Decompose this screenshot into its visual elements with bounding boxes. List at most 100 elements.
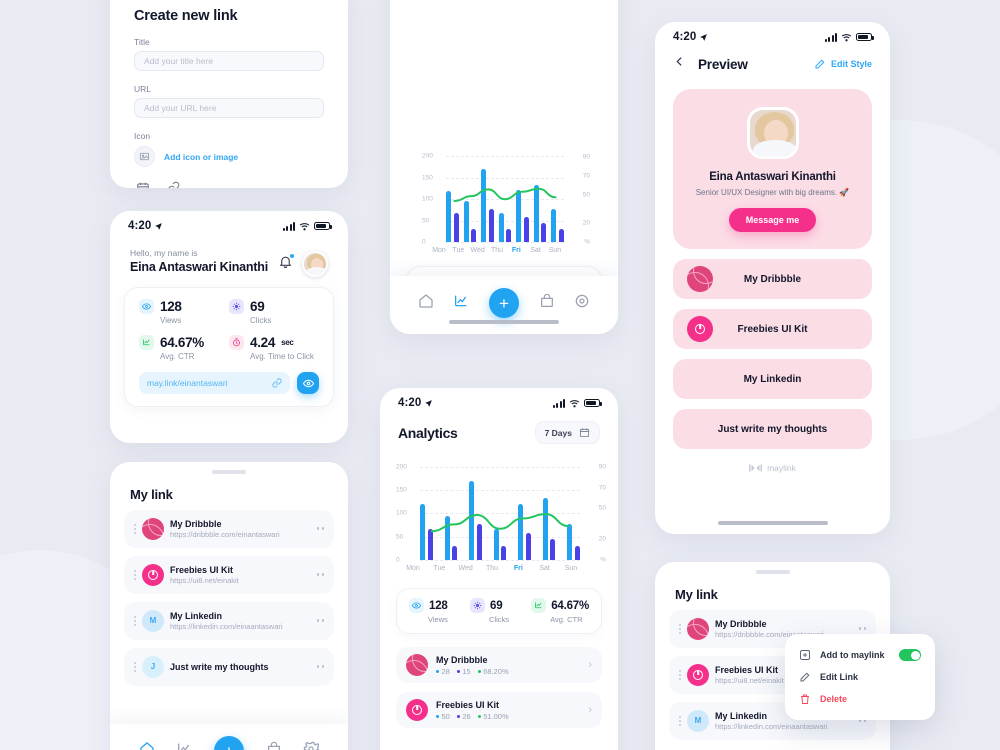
gridline [420,560,580,561]
more-options-icon[interactable] [858,627,866,630]
summary-stats: 128 Views 69 Clicks 64.67% [396,588,602,634]
ui8-icon [142,563,164,586]
preview-eye-button[interactable] [297,372,319,394]
menu-item-add-to-maylink[interactable]: Add to maylink [785,644,935,666]
preview-link-ui8[interactable]: Freebies UI Kit [673,309,872,349]
nav-settings-icon[interactable] [574,293,590,314]
more-options-icon[interactable] [316,619,324,622]
edit-style-button[interactable]: Edit Style [814,58,872,70]
share-link-field[interactable]: may.link/einantaswari [139,372,290,394]
drag-dots-icon[interactable] [679,669,681,680]
add-icon-or-image-button[interactable]: Add icon or image [164,152,238,162]
bar-group [498,213,512,242]
profile-block: Eina Antaswari Kinanthi Senior UI/UX Des… [673,89,872,249]
more-options-icon[interactable] [316,665,324,668]
message-me-button[interactable]: Message me [728,208,817,232]
y-tick: 20 [582,219,590,227]
preview-link-linkedin[interactable]: My Linkedin [673,359,872,399]
list-item[interactable]: M My Linkedin https://linkedin.com/einaa… [124,601,334,640]
title-input[interactable]: Add your title here [134,51,324,71]
ctr-line [420,460,580,543]
chevron-left-icon [676,57,682,66]
views-count: 50 [436,712,450,721]
chevron-right-icon[interactable]: › [588,704,592,716]
link-name: My Dribbble [436,654,488,665]
link-url: https://dribbble.com/einantaswari [170,529,280,539]
nav-settings-icon[interactable] [303,741,320,750]
toggle-switch[interactable] [899,649,921,661]
views-count: 28 [436,667,450,676]
context-menu: Add to maylink Edit Link Delete [785,634,935,720]
nav-add-button[interactable]: + [213,736,244,750]
section-title: My link [675,586,718,602]
y-tick: 100 [422,195,433,203]
more-options-icon[interactable] [316,573,324,576]
click-icon [470,598,486,613]
bar-clicks [506,228,512,242]
y-tick: 200 [396,463,407,471]
nav-analytics-icon[interactable] [176,741,192,750]
list-item[interactable]: My Dribbble https://dribbble.com/einanta… [124,509,334,548]
drag-dots-icon[interactable] [134,569,136,580]
y-tick: 70 [598,484,606,492]
x-tick-tue: Tue [452,247,465,254]
bar-clicks [488,208,494,242]
status-bar: 4:20 [380,388,618,411]
location-icon [425,399,433,407]
menu-item-delete[interactable]: Delete [785,688,935,710]
bar-clicks [453,213,459,242]
profile-bio: Senior UI/UX Designer with big dreams. 🚀 [695,188,850,197]
title-field-label: Title [134,37,150,47]
link-icon[interactable] [166,181,180,188]
drag-dots-icon[interactable] [134,615,136,626]
drag-dots-icon[interactable] [679,623,681,634]
bar-clicks [501,545,507,560]
notification-badge [290,254,294,258]
chevron-right-icon[interactable]: › [588,659,592,671]
battery-icon [856,32,874,42]
home-indicator [717,521,828,525]
stat-value: 64.67% [551,599,589,612]
eye-icon [409,598,424,613]
drag-dots-icon[interactable] [134,661,136,672]
url-input[interactable]: Add your URL here [134,98,324,118]
screen: Create new link Title Add your title her… [0,0,1000,750]
y-tick: 20 [598,535,606,543]
url-input-placeholder: Add your URL here [144,103,217,113]
more-options-icon[interactable] [316,527,324,530]
drag-dots-icon[interactable] [679,715,681,726]
link-label: My Linkedin [743,373,802,385]
date-range-selector[interactable]: 7 Days [534,421,600,444]
x-tick-tue: Tue [433,565,446,572]
calendar-icon[interactable] [136,181,150,188]
stat-label: Clicks [489,615,510,624]
list-item[interactable]: My Dribbble 28 15 68.20% › [396,647,602,683]
pencil-icon [815,59,825,69]
ctr-value: 68.20% [477,667,509,676]
drag-dots-icon[interactable] [134,523,136,534]
preview-link-dribbble[interactable]: My Dribbble [673,259,872,299]
nav-shop-icon[interactable] [266,741,282,750]
nav-home-icon[interactable] [418,293,434,314]
list-item[interactable]: Freebies UI Kit 50 26 51.00% › [396,692,602,728]
greeting-text: Hello, my name is [130,248,198,258]
wifi-icon [569,399,580,407]
list-item[interactable]: Freebies UI Kit https://ui8.net/einakit [124,555,334,594]
list-item[interactable]: J Just write my thoughts [124,647,334,686]
image-placeholder-icon[interactable] [134,146,155,167]
preview-link-thoughts[interactable]: Just write my thoughts [673,409,872,449]
avatar[interactable] [302,251,328,277]
back-button[interactable] [673,55,686,73]
stat-value: 128 [160,299,182,314]
notification-bell-button[interactable] [278,254,294,274]
nav-home-icon[interactable] [139,741,155,750]
nav-analytics-icon[interactable] [453,293,469,314]
stat-ctr: 64.67% Avg. CTR [531,598,589,624]
icon-field-label: Icon [134,131,151,141]
bar-group [551,208,564,242]
link-url: https://ui8.net/einakit [170,575,239,585]
nav-add-button[interactable]: + [488,288,519,318]
menu-label: Edit Link [820,672,858,682]
nav-shop-icon[interactable] [539,293,555,314]
menu-item-edit-link[interactable]: Edit Link [785,666,935,688]
